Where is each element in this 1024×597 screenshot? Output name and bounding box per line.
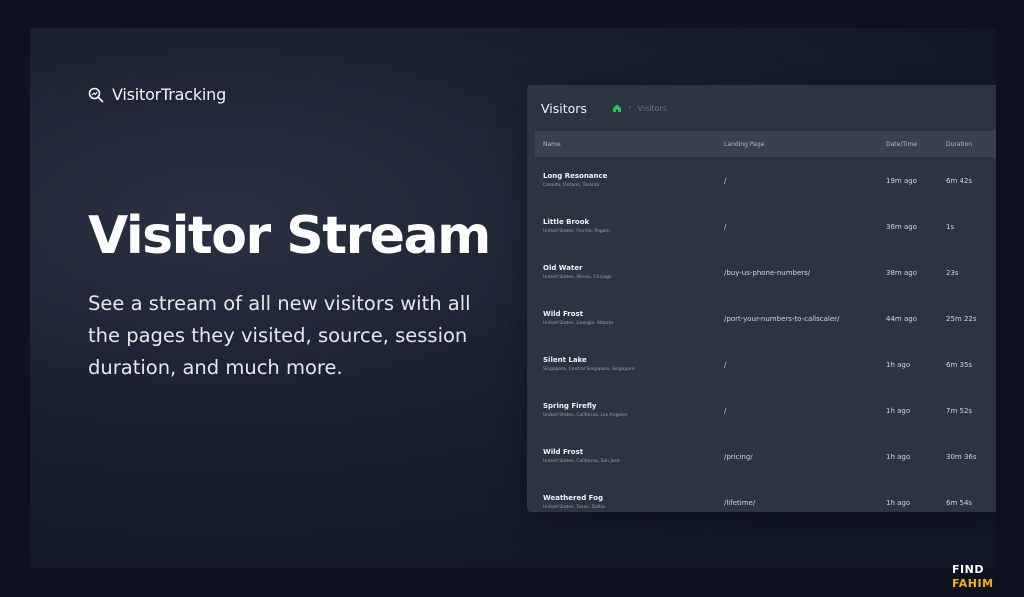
visit-time: 44m ago <box>886 315 917 323</box>
column-header-duration[interactable]: Duration <box>946 141 972 148</box>
home-icon[interactable] <box>612 103 622 113</box>
table-row[interactable]: Long Resonance Canada, Ontario, Toronto … <box>535 157 996 203</box>
visitor-location: Canada, Ontario, Toronto <box>543 183 600 188</box>
table-row[interactable]: Wild Frost United States, California, Sa… <box>535 433 996 479</box>
visitor-name-cell: Spring Firefly United States, California… <box>543 402 627 418</box>
landing-page: / <box>724 407 727 415</box>
visitor-name: Wild Frost <box>543 310 584 318</box>
watermark-logo: FIND FAHIM <box>952 563 994 591</box>
landing-page: / <box>724 361 727 369</box>
session-duration: 1s <box>946 223 955 231</box>
brand-name: VisitorTracking <box>112 85 227 104</box>
visitor-name: Wild Frost <box>543 448 584 456</box>
hero-slide: VisitorTracking Visitor Stream See a str… <box>30 28 996 568</box>
visitor-name: Long Resonance <box>543 172 608 180</box>
visit-time: 1h ago <box>886 499 911 507</box>
session-duration: 7m 52s <box>946 407 973 415</box>
table-header: Name Landing Page Date/Time Duration <box>535 131 996 157</box>
panel-header: Visitors › Visitors <box>527 85 996 131</box>
visitor-location: United States, Florida, Pagam <box>543 229 610 234</box>
watermark-line-2: FAHIM <box>952 577 994 590</box>
visitor-name-cell: Silent Lake Singapore, Central Singapore… <box>543 356 635 372</box>
landing-page: /lifetime/ <box>724 499 756 507</box>
session-duration: 6m 54s <box>946 499 973 507</box>
visit-time: 1h ago <box>886 361 911 369</box>
table-row[interactable]: Wild Frost United States, Georgia, Atlan… <box>535 295 996 341</box>
brand-logo[interactable]: VisitorTracking <box>88 85 226 104</box>
visitor-list: Long Resonance Canada, Ontario, Toronto … <box>535 157 996 512</box>
landing-page: /pricing/ <box>724 453 753 461</box>
column-header-date-time[interactable]: Date/Time <box>886 141 917 148</box>
table-row[interactable]: Old Water United States, Illinois, Chica… <box>535 249 996 295</box>
visitors-panel: Visitors › Visitors Name Landing Page Da… <box>527 85 996 512</box>
landing-page: /buy-us-phone-numbers/ <box>724 269 811 277</box>
session-duration: 6m 35s <box>946 361 973 369</box>
visitor-name-cell: Weathered Fog United States, Texas, Dall… <box>543 494 605 510</box>
session-duration: 23s <box>946 269 959 277</box>
visitor-location: United States, California, San Jose <box>543 459 620 464</box>
table-row[interactable]: Spring Firefly United States, California… <box>535 387 996 433</box>
visitor-name-cell: Old Water United States, Illinois, Chica… <box>543 264 612 280</box>
landing-page: / <box>724 177 727 185</box>
landing-page: /port-your-numbers-to-callscaler/ <box>724 315 840 323</box>
session-duration: 30m 36s <box>946 453 977 461</box>
visitor-name-cell: Wild Frost United States, Georgia, Atlan… <box>543 310 613 326</box>
visitor-location: United States, California, Los Angeles <box>543 413 628 418</box>
visitor-location: United States, Illinois, Chicago <box>543 275 612 280</box>
visitor-name: Weathered Fog <box>543 494 603 502</box>
visitor-name: Spring Firefly <box>543 402 597 410</box>
search-chart-icon <box>88 87 104 102</box>
table-row[interactable]: Silent Lake Singapore, Central Singapore… <box>535 341 996 387</box>
panel-title: Visitors <box>541 100 587 116</box>
session-duration: 25m 22s <box>946 315 977 323</box>
hero-description: See a stream of all new visitors with al… <box>88 292 471 379</box>
column-header-name[interactable]: Name <box>543 141 561 148</box>
breadcrumb-current[interactable]: Visitors <box>638 104 667 113</box>
visitor-name-cell: Wild Frost United States, California, Sa… <box>543 448 620 464</box>
visitor-name: Old Water <box>543 264 583 272</box>
visitor-location: Singapore, Central Singapore, Singapore <box>543 367 635 372</box>
session-duration: 6m 42s <box>946 177 973 185</box>
visit-time: 19m ago <box>886 177 917 185</box>
page-title: Visitor Stream <box>88 206 491 266</box>
visitor-location: United States, Texas, Dallas <box>543 505 606 510</box>
visit-time: 38m ago <box>886 269 917 277</box>
table-row[interactable]: Weathered Fog United States, Texas, Dall… <box>535 479 996 512</box>
watermark-line-1: FIND <box>952 563 984 576</box>
visit-time: 36m ago <box>886 223 917 231</box>
visitor-name: Little Brook <box>543 218 590 226</box>
visitor-location: United States, Georgia, Atlanta <box>543 321 613 326</box>
chevron-right-icon: › <box>627 103 632 113</box>
column-header-landing-page[interactable]: Landing Page <box>724 141 764 148</box>
landing-page: / <box>724 223 727 231</box>
visit-time: 1h ago <box>886 453 911 461</box>
visitor-name: Silent Lake <box>543 356 587 364</box>
visitor-name-cell: Long Resonance Canada, Ontario, Toronto <box>543 172 607 188</box>
visit-time: 1h ago <box>886 407 911 415</box>
table-row[interactable]: Little Brook United States, Florida, Pag… <box>535 203 996 249</box>
visitor-name-cell: Little Brook United States, Florida, Pag… <box>543 218 610 234</box>
